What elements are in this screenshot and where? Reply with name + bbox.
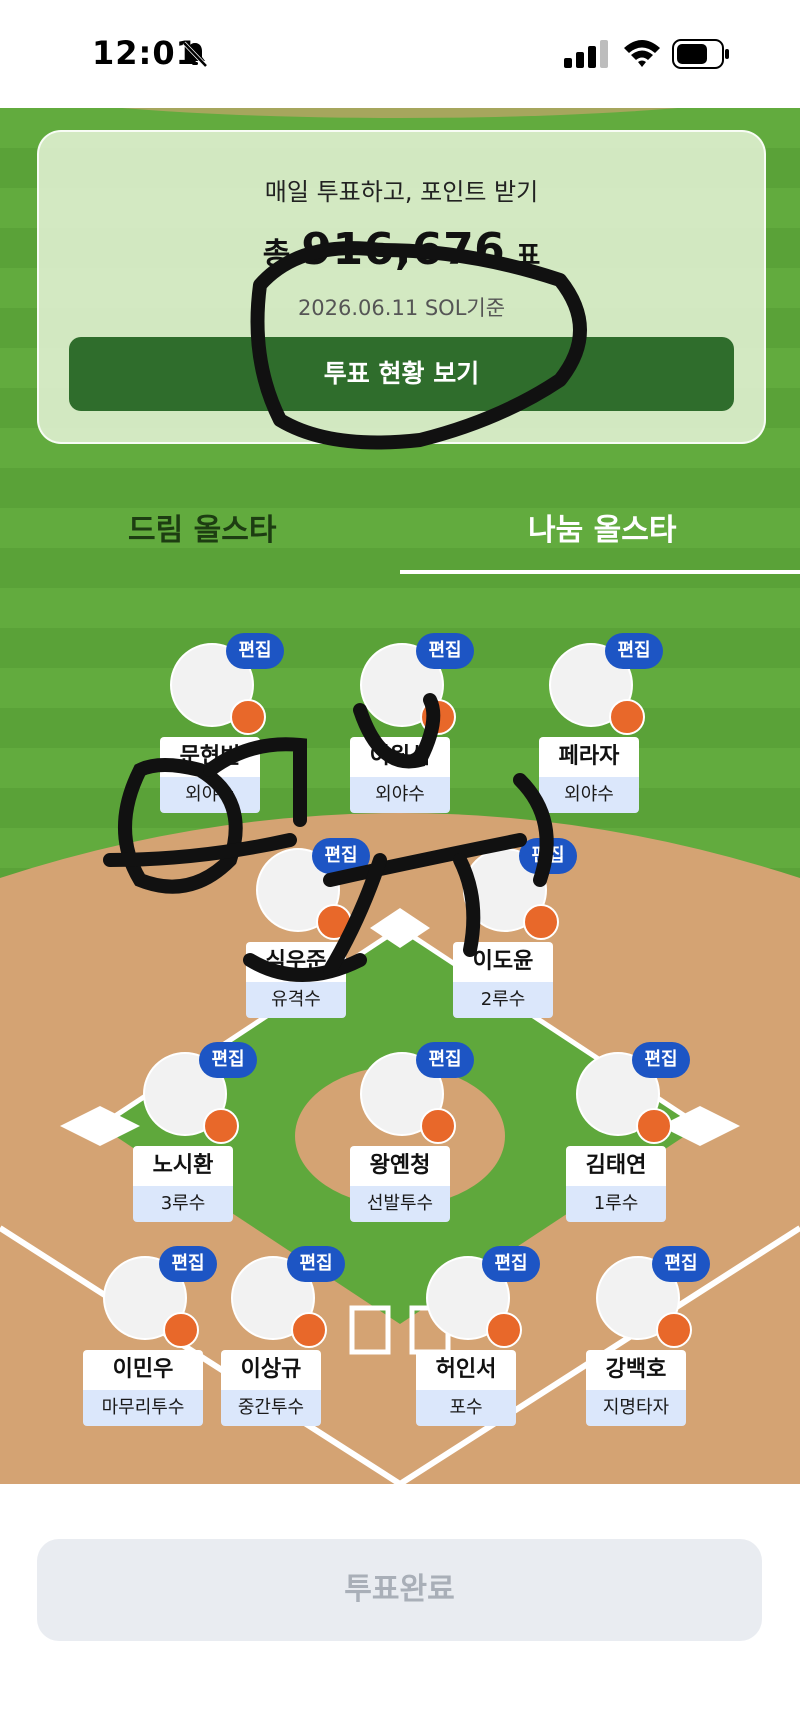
vote-summary-card: 매일 투표하고, 포인트 받기 총 916,676 표 2026.06.11 S… xyxy=(37,130,766,444)
player-name: 이원석 xyxy=(350,737,450,777)
player-name: 이상규 xyxy=(221,1350,321,1390)
player-card[interactable]: 편집 페라자 외야수 xyxy=(519,633,663,813)
player-card[interactable]: 편집 김태연 1루수 xyxy=(546,1042,690,1222)
player-position: 선발투수 xyxy=(350,1186,450,1222)
team-logo-icon xyxy=(486,1312,522,1348)
player-name: 심우준 xyxy=(246,942,346,982)
total-votes-count: 916,676 xyxy=(301,224,506,275)
player-position: 마무리투수 xyxy=(83,1390,203,1426)
player-card[interactable]: 편집 심우준 유격수 xyxy=(226,838,370,1018)
player-name: 문현빈 xyxy=(160,737,260,777)
edit-button[interactable]: 편집 xyxy=(416,633,474,669)
edit-button[interactable]: 편집 xyxy=(287,1246,345,1282)
player-name: 이민우 xyxy=(83,1350,203,1390)
vote-complete-button[interactable]: 투표완료 xyxy=(37,1539,762,1641)
edit-button[interactable]: 편집 xyxy=(652,1246,710,1282)
vote-status-button[interactable]: 투표 현황 보기 xyxy=(69,337,734,411)
tab-dream-allstar[interactable]: 드림 올스타 xyxy=(128,505,276,549)
player-position: 외야수 xyxy=(539,777,639,813)
edit-button[interactable]: 편집 xyxy=(226,633,284,669)
battery-icon xyxy=(672,39,729,69)
player-position: 2루수 xyxy=(453,982,553,1018)
total-votes-suffix: 표 xyxy=(516,241,541,271)
player-card[interactable]: 편집 왕옌청 선발투수 xyxy=(330,1042,474,1222)
player-name: 강백호 xyxy=(586,1350,686,1390)
player-position: 1루수 xyxy=(566,1186,666,1222)
team-logo-icon xyxy=(316,904,352,940)
vote-date: 2026.06.11 SOL기준 xyxy=(297,296,506,320)
player-position: 포수 xyxy=(416,1390,516,1426)
edit-button[interactable]: 편집 xyxy=(312,838,370,874)
edit-button[interactable]: 편집 xyxy=(519,838,577,874)
player-name: 허인서 xyxy=(416,1350,516,1390)
player-card[interactable]: 편집 이원석 외야수 xyxy=(330,633,474,813)
team-logo-icon xyxy=(163,1312,199,1348)
team-logo-icon xyxy=(203,1108,239,1144)
player-card[interactable]: 편집 이도윤 2루수 xyxy=(433,838,577,1018)
player-card[interactable]: 편집 노시환 3루수 xyxy=(113,1042,257,1222)
player-name: 왕옌청 xyxy=(350,1146,450,1186)
edit-button[interactable]: 편집 xyxy=(605,633,663,669)
bell-slash-icon xyxy=(182,41,208,68)
player-name: 이도윤 xyxy=(453,942,553,982)
edit-button[interactable]: 편집 xyxy=(632,1042,690,1078)
player-position: 유격수 xyxy=(246,982,346,1018)
team-logo-icon xyxy=(230,699,266,735)
edit-button[interactable]: 편집 xyxy=(416,1042,474,1078)
team-logo-icon xyxy=(420,699,456,735)
team-logo-icon xyxy=(636,1108,672,1144)
wifi-icon xyxy=(624,40,660,67)
player-position: 3루수 xyxy=(133,1186,233,1222)
player-name: 페라자 xyxy=(539,737,639,777)
player-card[interactable]: 편집 허인서 포수 xyxy=(396,1246,540,1426)
tab-nanum-allstar[interactable]: 나눔 올스타 xyxy=(528,505,676,549)
edit-button[interactable]: 편집 xyxy=(199,1042,257,1078)
player-card[interactable]: 편집 이상규 중간투수 xyxy=(201,1246,345,1426)
team-logo-icon xyxy=(291,1312,327,1348)
player-position: 지명타자 xyxy=(586,1390,686,1426)
player-card[interactable]: 편집 문현빈 외야수 xyxy=(140,633,284,813)
player-card[interactable]: 편집 이민우 마무리투수 xyxy=(73,1246,217,1426)
team-logo-icon xyxy=(420,1108,456,1144)
cellular-signal-icon xyxy=(564,40,608,68)
team-logo-icon xyxy=(523,904,559,940)
vote-card-title: 매일 투표하고, 포인트 받기 xyxy=(264,178,539,206)
player-position: 외야수 xyxy=(160,777,260,813)
edit-button[interactable]: 편집 xyxy=(482,1246,540,1282)
active-tab-indicator xyxy=(400,570,800,574)
player-card[interactable]: 편집 강백호 지명타자 xyxy=(566,1246,710,1426)
total-votes-prefix: 총 xyxy=(262,237,291,272)
player-name: 김태연 xyxy=(566,1146,666,1186)
team-logo-icon xyxy=(656,1312,692,1348)
player-position: 외야수 xyxy=(350,777,450,813)
player-position: 중간투수 xyxy=(221,1390,321,1426)
status-bar: 12:01 xyxy=(0,0,800,108)
total-votes: 총 916,676 표 xyxy=(39,224,764,275)
team-logo-icon xyxy=(609,699,645,735)
player-name: 노시환 xyxy=(133,1146,233,1186)
